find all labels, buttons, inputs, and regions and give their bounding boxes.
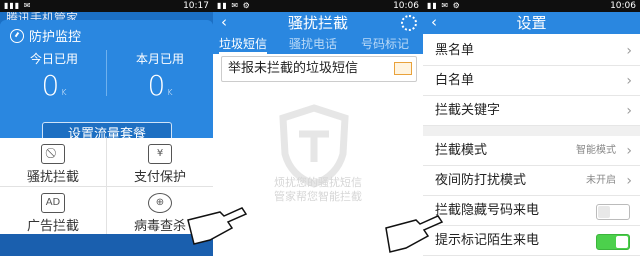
section-gap (423, 126, 640, 136)
settings-row-keywords[interactable]: 拦截关键字 › (423, 96, 640, 126)
tab-bar: 垃圾短信 骚扰电话 号码标记 (213, 34, 423, 54)
status-bar: ▮▮ ✉ ⚙ 10:06 (213, 0, 423, 12)
status-time: 10:06 (393, 1, 419, 11)
bottom-bar (0, 234, 213, 256)
signal-icon: ▮▮ ✉ ⚙ (427, 1, 461, 10)
month-value: 0 (147, 69, 166, 102)
traffic-monitor-card: 防护监控 今日已用 0K 本月已用 0K 设置流量套餐 (0, 20, 213, 148)
feature-ad-block[interactable]: AD 广告拦截 (0, 187, 106, 235)
today-usage: 今日已用 0K (4, 50, 104, 102)
today-value: 0 (41, 69, 60, 102)
row-label: 夜间防打扰模式 (435, 173, 527, 188)
row-label: 拦截模式 (435, 143, 488, 158)
chevron-right-icon: › (626, 173, 632, 189)
settings-row-hidden-number: 拦截隐藏号码来电 (423, 196, 640, 226)
feature-payment-protect[interactable]: ¥ 支付保护 (107, 138, 213, 186)
envelope-icon (394, 62, 412, 75)
month-usage: 本月已用 0K (110, 50, 210, 102)
tab-number-tags[interactable]: 号码标记 (361, 34, 409, 54)
settings-screen: ▮▮ ✉ ⚙ 10:06 ‹ 设置 黑名单 › 白名单 › 拦截关键字 › 拦截… (423, 0, 640, 256)
feature-virus-scan[interactable]: ⊕ 病毒查杀 (107, 187, 213, 235)
status-bar: ▮▮ ✉ ⚙ 10:06 (423, 0, 640, 12)
status-bar: ▮▮▮ ✉ 10:17 (0, 0, 213, 12)
row-label: 提示标记陌生来电 (435, 233, 540, 248)
toggle-knob (616, 236, 628, 248)
card-title: 防护监控 (29, 30, 82, 45)
today-unit: K (61, 88, 67, 97)
row-label: 黑名单 (435, 43, 475, 58)
row-value: 未开启 (586, 175, 616, 186)
signal-icon: ▮▮▮ ✉ (4, 1, 32, 10)
row-value: 智能模式 (576, 145, 616, 156)
row-label: 拦截关键字 (435, 103, 501, 118)
chevron-right-icon: › (626, 73, 632, 89)
settings-row-blacklist[interactable]: 黑名单 › (423, 36, 640, 66)
feature-label: 骚扰拦截 (26, 170, 79, 185)
report-label: 举报未拦截的垃圾短信 (228, 61, 359, 76)
chevron-right-icon: › (626, 43, 632, 59)
nav-bar: ‹ 设置 (423, 12, 640, 34)
virus-scan-icon: ⊕ (148, 193, 172, 213)
status-time: 10:06 (610, 1, 636, 11)
today-label: 今日已用 (29, 52, 78, 66)
gear-icon[interactable] (401, 15, 417, 31)
feature-label: 广告拦截 (26, 219, 79, 234)
divider (0, 186, 213, 187)
settings-row-mark-stranger: 提示标记陌生来电 (423, 226, 640, 256)
home-screen: ▮▮▮ ✉ 10:17 腾讯手机管家 防护监控 今日已用 0K 本月已用 0K … (0, 0, 213, 256)
month-unit: K (167, 88, 173, 97)
feature-label: 支付保护 (133, 170, 186, 185)
divider (106, 50, 107, 96)
settings-row-night-mode[interactable]: 夜间防打扰模式 未开启 › (423, 166, 640, 196)
settings-row-block-mode[interactable]: 拦截模式 智能模式 › (423, 136, 640, 166)
chevron-right-icon: › (626, 143, 632, 159)
empty-state-text: 烦扰您的骚扰短信 管家帮您智能拦截 (213, 176, 423, 204)
row-label: 拦截隐藏号码来电 (435, 203, 540, 218)
row-label: 白名单 (435, 73, 475, 88)
feature-harassment-block[interactable]: ⃠ 骚扰拦截 (0, 138, 106, 186)
month-label: 本月已用 (135, 52, 184, 66)
yen-shield-icon: ¥ (148, 144, 172, 164)
empty-line: 烦扰您的骚扰短信 (274, 176, 362, 189)
ad-block-icon: AD (41, 193, 65, 213)
empty-line: 管家帮您智能拦截 (274, 190, 362, 203)
signal-icon: ▮▮ ✉ ⚙ (217, 1, 251, 10)
mark-stranger-toggle[interactable] (596, 234, 630, 250)
report-spam-button[interactable]: 举报未拦截的垃圾短信 (221, 56, 417, 82)
gauge-icon (10, 28, 24, 43)
feature-label: 病毒查杀 (133, 219, 186, 234)
harassment-block-screen: ▮▮ ✉ ⚙ 10:06 ‹ 骚扰拦截 垃圾短信 骚扰电话 号码标记 举报未拦截… (213, 0, 423, 256)
tab-spam-sms[interactable]: 垃圾短信 (219, 34, 268, 54)
block-icon: ⃠ (41, 144, 65, 164)
page-title: 骚扰拦截 (287, 14, 348, 32)
hidden-number-toggle[interactable] (596, 204, 630, 220)
settings-row-whitelist[interactable]: 白名单 › (423, 66, 640, 96)
status-time: 10:17 (183, 1, 209, 11)
toggle-knob (598, 206, 610, 218)
page-title: 设置 (516, 14, 547, 32)
chevron-right-icon: › (626, 103, 632, 119)
nav-bar: ‹ 骚扰拦截 (213, 12, 423, 34)
tab-harassment-calls[interactable]: 骚扰电话 (289, 34, 337, 54)
